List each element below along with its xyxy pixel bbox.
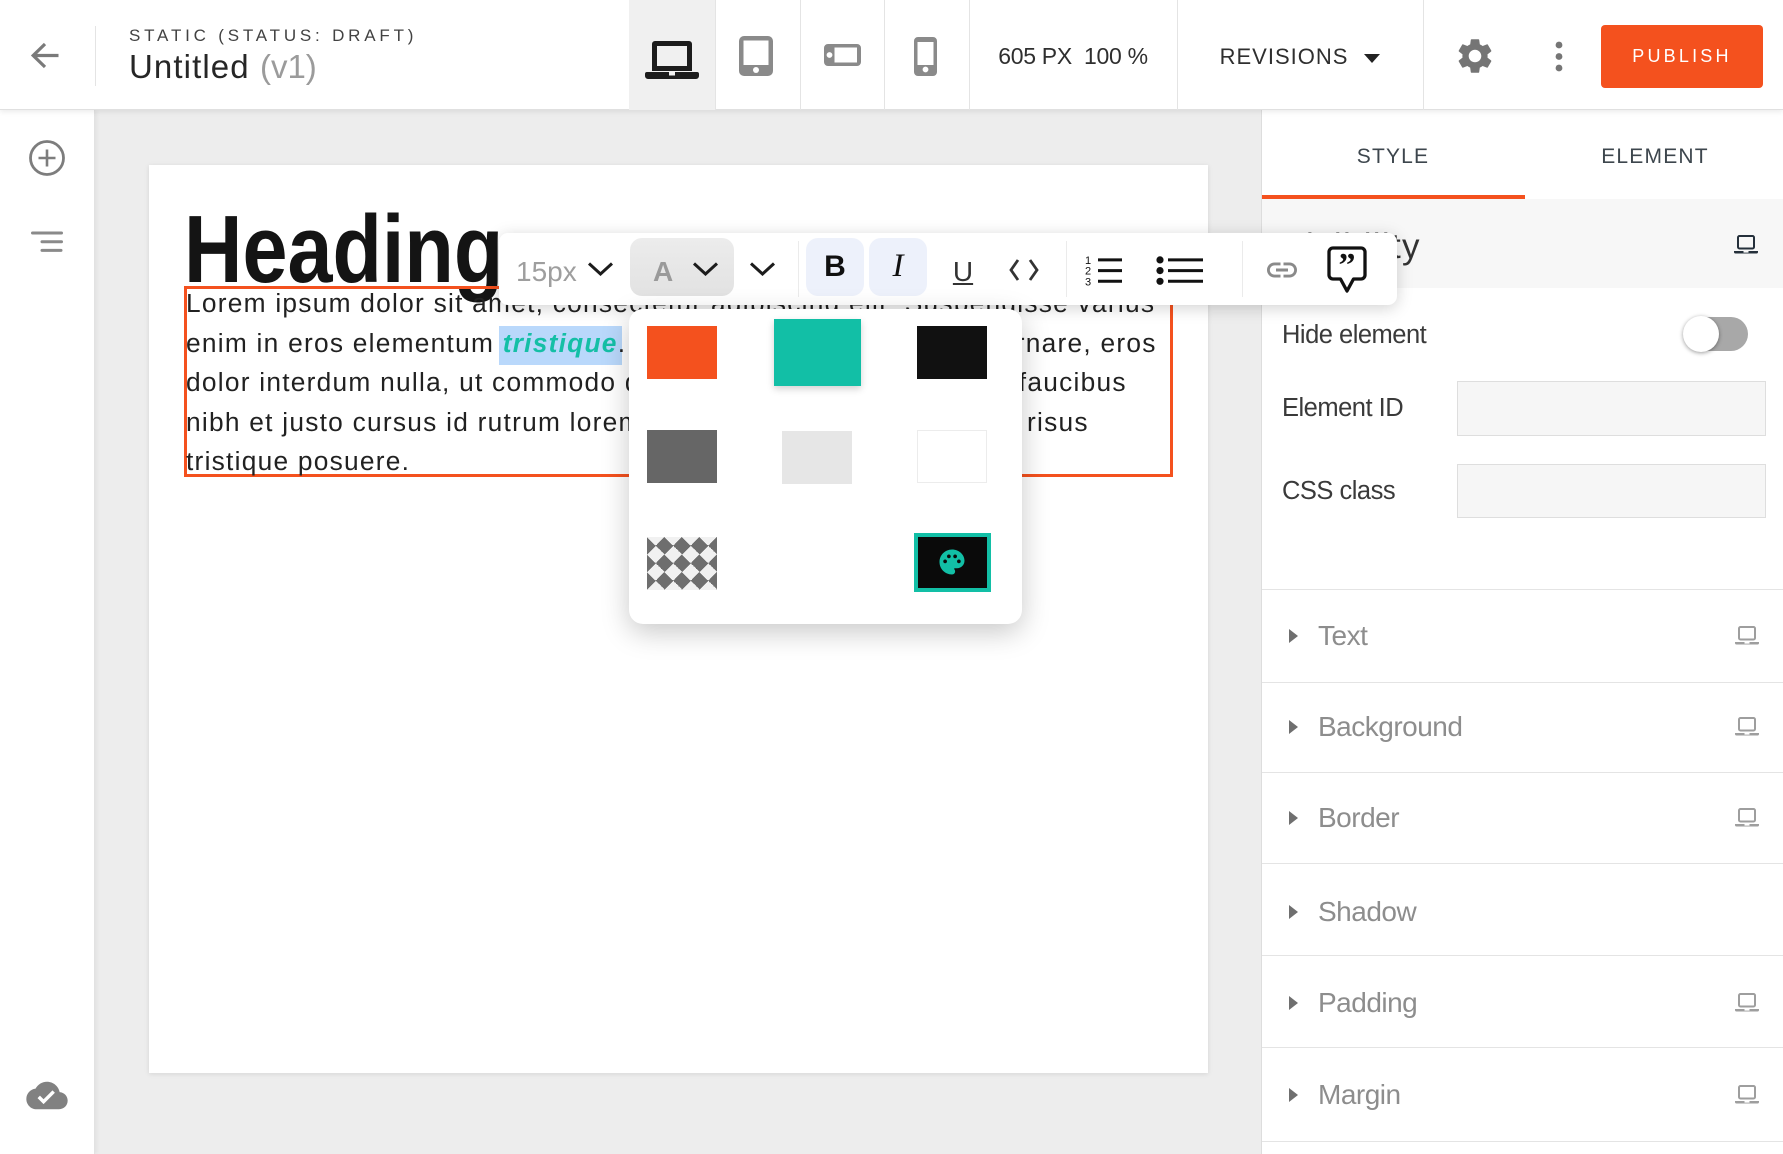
svg-text:”: ” [1339, 247, 1356, 284]
svg-text:3: 3 [1085, 276, 1091, 287]
